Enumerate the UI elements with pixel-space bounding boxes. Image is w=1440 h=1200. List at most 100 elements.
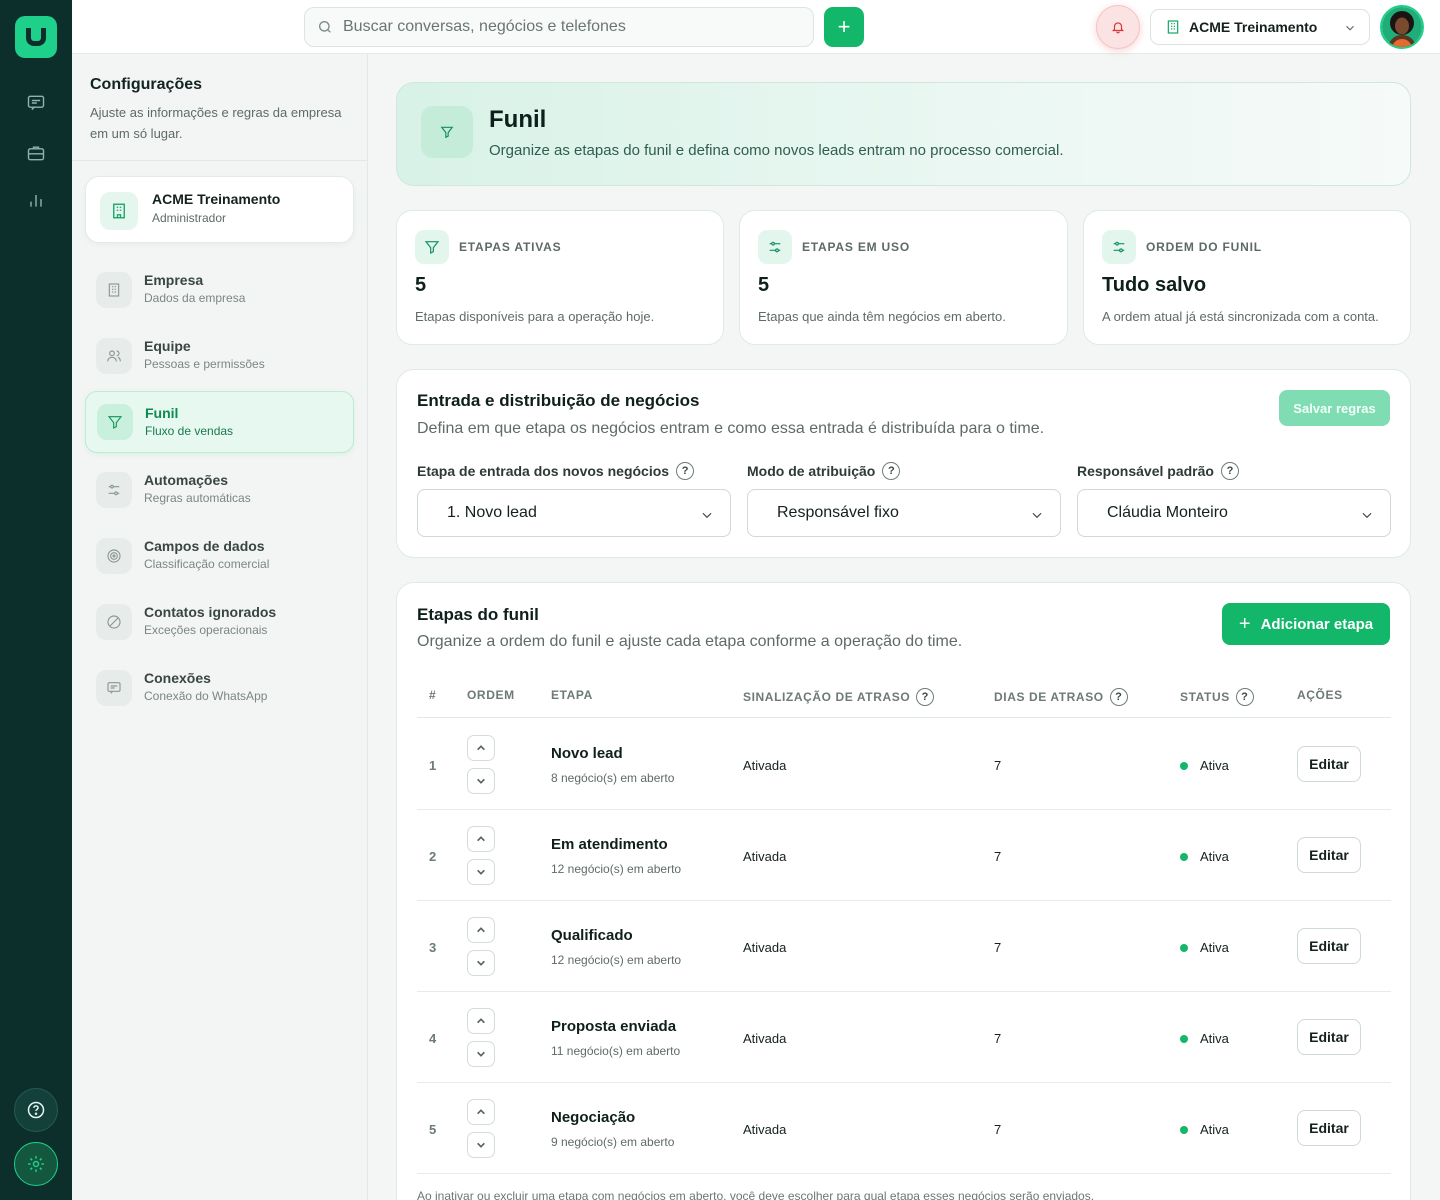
delay-signal: Ativada (743, 940, 787, 955)
sliders-icon (1102, 230, 1136, 264)
table-row: 3 Qualificado 12 negócio(s) em aberto At… (417, 901, 1391, 992)
chevron-down-icon (477, 869, 485, 875)
column-header-status: STATUS? (1180, 688, 1254, 706)
help-icon[interactable] (14, 1088, 58, 1132)
stage-number: 4 (429, 1031, 437, 1046)
column-header-number: # (429, 688, 437, 702)
delay-signal: Ativada (743, 758, 787, 773)
add-stage-button[interactable]: + Adicionar etapa (1222, 603, 1390, 645)
app-logo[interactable] (15, 16, 57, 58)
status-badge: Ativa (1180, 849, 1229, 864)
help-icon[interactable]: ? (676, 462, 695, 480)
edit-button[interactable]: Editar (1297, 837, 1361, 873)
settings-sidebar: Configurações Ajuste as informações e re… (72, 54, 368, 1200)
rules-subtitle: Defina em que etapa os negócios entram e… (417, 420, 1045, 437)
column-header-stage: ETAPA (551, 688, 593, 702)
assignment-mode-label: Modo de atribuição ? (747, 462, 901, 480)
company-card[interactable]: ACME Treinamento Administrador (85, 176, 354, 243)
stat-card-etapas-em-uso: ETAPAS EM USO 5 Etapas que ainda têm neg… (739, 210, 1068, 345)
help-icon[interactable]: ? (1220, 462, 1239, 480)
chevron-up-icon (477, 745, 485, 751)
plus-icon: + (1238, 613, 1251, 635)
notifications-button[interactable] (1096, 5, 1140, 49)
sidebar-item-contatos-ignorados[interactable]: Contatos ignorados Exceções operacionais (85, 592, 354, 652)
sidebar-item-sub: Exceções operacionais (144, 623, 268, 637)
select-value: Cláudia Monteiro (1107, 504, 1228, 521)
help-icon[interactable]: ? (1235, 688, 1254, 706)
assignment-mode-select[interactable]: Responsável fixo (747, 489, 1061, 537)
stat-description: Etapas disponíveis para a operação hoje. (415, 309, 655, 324)
help-icon[interactable]: ? (916, 688, 935, 706)
page-header: Funil Organize as etapas do funil e defi… (396, 82, 1411, 186)
organization-select[interactable]: ACME Treinamento (1150, 9, 1370, 45)
status-badge: Ativa (1180, 1122, 1229, 1137)
stage-number: 1 (429, 758, 437, 773)
sidebar-item-conexoes[interactable]: Conexões Conexão do WhatsApp (85, 658, 354, 718)
save-rules-button[interactable]: Salvar regras (1279, 390, 1390, 426)
table-row: 5 Negociação 9 negócio(s) em aberto Ativ… (417, 1083, 1391, 1174)
entry-stage-select[interactable]: 1. Novo lead (417, 489, 731, 537)
search-input[interactable] (343, 18, 783, 36)
search-box[interactable] (304, 7, 814, 47)
settings-icon[interactable] (14, 1142, 58, 1186)
move-down-button[interactable] (467, 1132, 495, 1158)
sidebar-item-label: Campos de dados (144, 538, 265, 554)
chart-icon[interactable] (22, 186, 50, 214)
move-down-button[interactable] (467, 768, 495, 794)
sidebar-item-label: Contatos ignorados (144, 604, 277, 620)
field-label-text: Responsável padrão (1077, 463, 1214, 479)
column-header-actions: AÇÕES (1297, 688, 1343, 702)
sidebar-item-campos-de-dados[interactable]: Campos de dados Classificação comercial (85, 526, 354, 586)
help-icon[interactable]: ? (882, 462, 901, 480)
company-role: Administrador (152, 211, 227, 225)
edit-button[interactable]: Editar (1297, 1110, 1361, 1146)
default-owner-select[interactable]: Cláudia Monteiro (1077, 489, 1391, 537)
add-stage-label: Adicionar etapa (1260, 615, 1374, 633)
briefcase-icon[interactable] (22, 139, 50, 167)
stat-label: ETAPAS ATIVAS (459, 240, 562, 254)
chevron-down-icon (477, 1142, 485, 1148)
chevron-down-icon (477, 1051, 485, 1057)
sidebar-item-label: Equipe (144, 338, 191, 354)
stat-value: 5 (758, 274, 770, 296)
stages-title: Etapas do funil (417, 605, 539, 624)
building-icon (96, 272, 132, 308)
move-up-button[interactable] (467, 917, 495, 943)
sidebar-item-funil[interactable]: Funil Fluxo de vendas (85, 391, 354, 453)
chat-icon[interactable] (22, 89, 50, 117)
chevron-up-icon (477, 1109, 485, 1115)
help-icon[interactable]: ? (1109, 688, 1128, 706)
avatar[interactable] (1380, 5, 1424, 49)
quick-add-button[interactable]: + (824, 7, 864, 47)
sidebar-item-empresa[interactable]: Empresa Dados da empresa (85, 260, 354, 320)
stage-open-deals: 12 negócio(s) em aberto (551, 862, 682, 876)
sidebar-subtitle: Ajuste as informações e regras da empres… (90, 105, 342, 141)
stat-label: ORDEM DO FUNIL (1146, 240, 1262, 254)
delay-days: 7 (994, 940, 1002, 955)
stat-value: Tudo salvo (1102, 274, 1207, 296)
page-subtitle: Organize as etapas do funil e defina com… (489, 142, 1064, 159)
move-up-button[interactable] (467, 735, 495, 761)
move-up-button[interactable] (467, 1099, 495, 1125)
building-icon (1167, 20, 1179, 34)
stage-open-deals: 8 negócio(s) em aberto (551, 771, 675, 785)
move-down-button[interactable] (467, 859, 495, 885)
status-badge: Ativa (1180, 758, 1229, 773)
edit-button[interactable]: Editar (1297, 1019, 1361, 1055)
company-name: ACME Treinamento (152, 191, 281, 207)
edit-button[interactable]: Editar (1297, 746, 1361, 782)
sliders-icon (96, 472, 132, 508)
organization-name: ACME Treinamento (1189, 19, 1318, 35)
sidebar-item-equipe[interactable]: Equipe Pessoas e permissões (85, 326, 354, 386)
move-down-button[interactable] (467, 950, 495, 976)
sidebar-title: Configurações (90, 76, 203, 93)
sidebar-item-automacoes[interactable]: Automações Regras automáticas (85, 460, 354, 520)
move-up-button[interactable] (467, 1008, 495, 1034)
edit-button[interactable]: Editar (1297, 928, 1361, 964)
delay-signal: Ativada (743, 1122, 787, 1137)
delay-signal: Ativada (743, 1031, 787, 1046)
move-down-button[interactable] (467, 1041, 495, 1067)
chevron-down-icon (1032, 512, 1042, 519)
target-icon (96, 538, 132, 574)
move-up-button[interactable] (467, 826, 495, 852)
